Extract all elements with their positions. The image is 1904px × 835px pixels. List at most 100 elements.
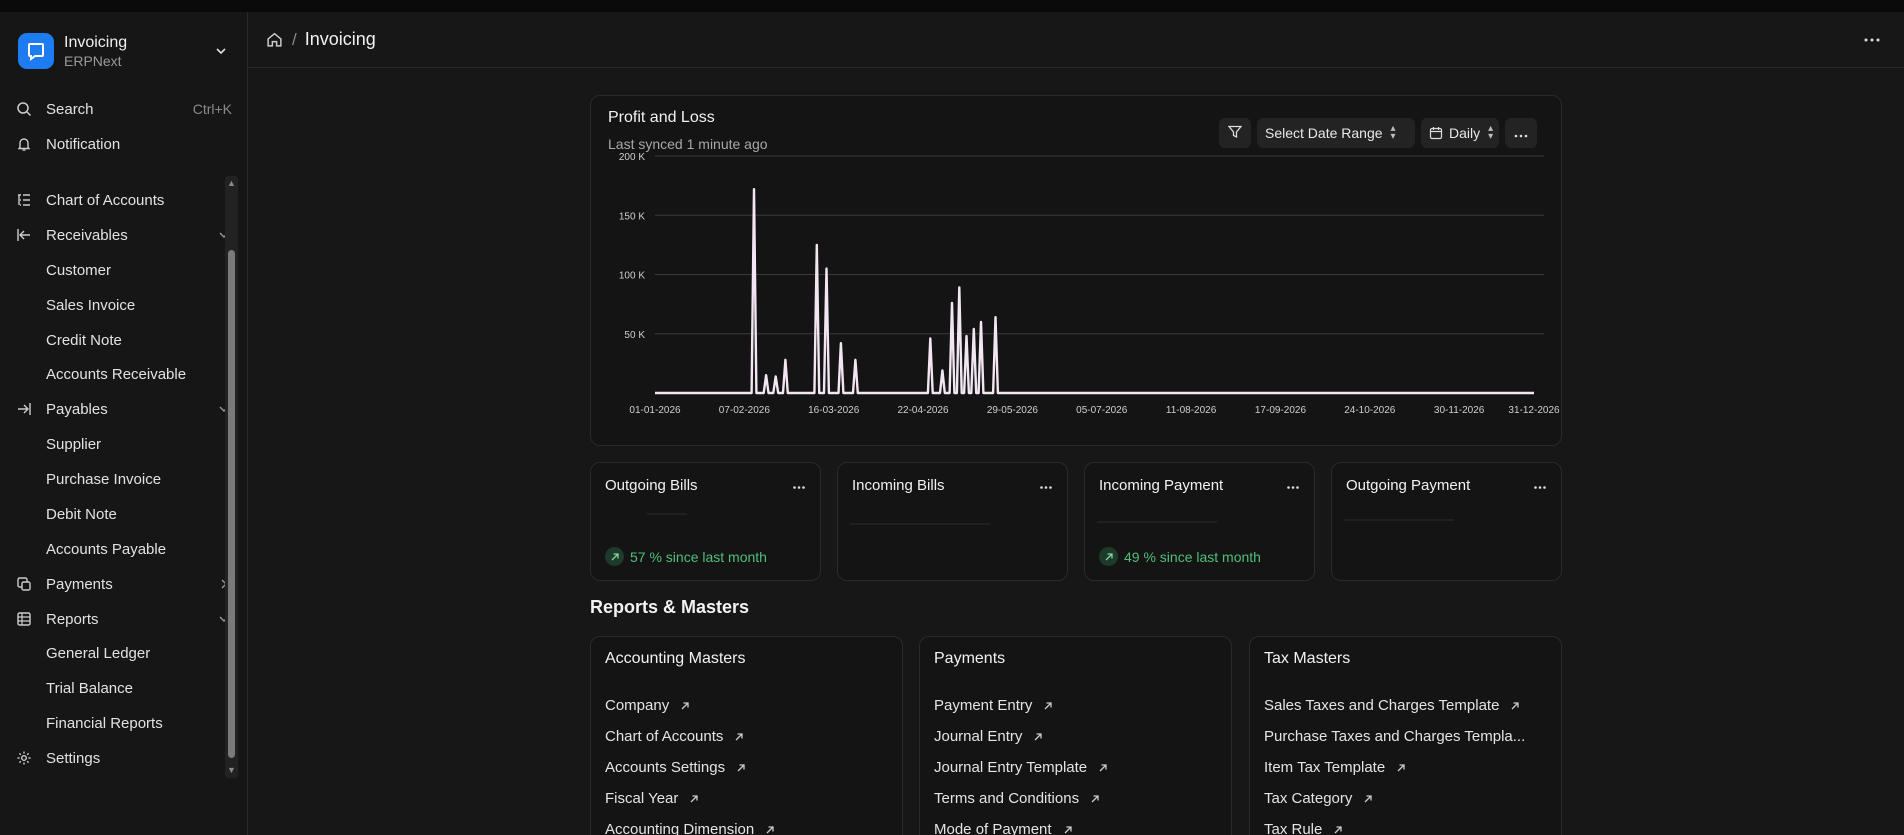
report-link[interactable]: Terms and Conditions: [934, 790, 1101, 807]
app-switcher[interactable]: Invoicing ERPNext: [18, 30, 230, 72]
x-tick-label: 01-01-2026: [629, 405, 681, 416]
y-tick-label: 50 K: [624, 330, 645, 341]
sidebar-item-sales-invoice[interactable]: Sales Invoice: [46, 290, 216, 320]
x-tick-label: 11-08-2026: [1166, 405, 1217, 416]
app-subtitle: ERPNext: [64, 52, 122, 69]
report-link[interactable]: Payment Entry: [934, 697, 1054, 714]
x-tick-label: 29-05-2026: [987, 405, 1039, 416]
more-options-icon[interactable]: [790, 479, 808, 495]
report-link[interactable]: Tax Category: [1264, 790, 1374, 807]
series-line: [655, 188, 1534, 395]
sidebar-item-purchase-invoice[interactable]: Purchase Invoice: [46, 464, 216, 494]
profit-loss-chart: 50 K 100 K 150 K 200 K 01-01-2026 07-02-2026 1…: [619, 152, 1560, 416]
report-link[interactable]: Company: [605, 697, 691, 714]
profit-loss-card: Profit and Loss Last synced 1 minute ago…: [590, 95, 1562, 446]
sidebar-item-reports[interactable]: Reports: [14, 604, 232, 634]
x-tick-label: 24-10-2026: [1344, 405, 1396, 416]
sidebar-search[interactable]: Search Ctrl+K: [14, 94, 232, 124]
arrow-up-right-icon: [1332, 824, 1344, 835]
report-link[interactable]: Sales Taxes and Charges Template: [1264, 697, 1521, 714]
sidebar-item-supplier[interactable]: Supplier: [46, 429, 216, 459]
stat-value-placeholder: [850, 523, 990, 525]
x-tick-label: 17-09-2026: [1255, 405, 1307, 416]
x-tick-label: 16-03-2026: [808, 405, 860, 416]
sidebar-item-accounts-receivable[interactable]: Accounts Receivable: [46, 359, 216, 389]
reports-card-title: Payments: [934, 650, 1006, 667]
more-options-icon[interactable]: [1037, 479, 1055, 495]
trend-up-icon: [1099, 547, 1118, 566]
stat-card-outgoing-payment: Outgoing Payment: [1331, 462, 1562, 581]
stat-trend-text: 49 % since last month: [1124, 548, 1261, 565]
stat-title: Incoming Payment: [1099, 477, 1224, 494]
x-tick-label: 07-02-2026: [719, 405, 771, 416]
sidebar-item-customer[interactable]: Customer: [46, 255, 216, 285]
more-options-icon[interactable]: [1284, 479, 1302, 495]
report-link[interactable]: Chart of Accounts: [605, 728, 745, 745]
arrow-up-right-icon: [1032, 731, 1044, 743]
report-link[interactable]: Mode of Payment: [934, 821, 1074, 835]
sidebar-scrollbar-thumb[interactable]: [228, 250, 235, 758]
x-tick-label: 22-04-2026: [897, 405, 949, 416]
arrow-right-bar-icon: [14, 399, 34, 419]
arrow-up-right-icon: [733, 731, 745, 743]
payments-icon: [14, 574, 34, 594]
trend-up-icon: [605, 547, 624, 566]
arrow-up-right-icon: [735, 762, 747, 774]
sidebar-item-trial-balance[interactable]: Trial Balance: [46, 673, 216, 703]
breadcrumb-current[interactable]: Invoicing: [305, 29, 376, 50]
report-link[interactable]: Fiscal Year: [605, 790, 700, 807]
report-link[interactable]: Item Tax Template: [1264, 759, 1407, 776]
x-tick-label: 30-11-2026: [1434, 405, 1485, 416]
page-header: / Invoicing: [248, 12, 1904, 68]
stat-value-placeholder: [1097, 521, 1217, 523]
sidebar-item-payments[interactable]: Payments: [14, 569, 232, 599]
arrow-up-right-icon: [1089, 793, 1101, 805]
sidebar-item-debit-note[interactable]: Debit Note: [46, 499, 216, 529]
app-logo-icon: [18, 33, 54, 69]
sidebar-item-settings[interactable]: Settings: [14, 743, 232, 773]
report-link[interactable]: Accounting Dimension: [605, 821, 776, 835]
table-icon: [14, 609, 34, 629]
more-options-icon[interactable]: [1531, 479, 1549, 495]
scroll-down-icon[interactable]: ▼: [226, 765, 237, 776]
reports-card-accounting-masters: Accounting Masters Company Chart of Acco…: [590, 636, 903, 835]
stat-trend-text: 57 % since last month: [630, 548, 767, 565]
stat-trend: 49 % since last month: [1099, 547, 1261, 566]
home-icon[interactable]: [264, 30, 284, 50]
stat-title: Outgoing Payment: [1346, 477, 1471, 494]
stat-card-incoming-payment: Incoming Payment 49 % since last month: [1084, 462, 1315, 581]
report-link[interactable]: Accounts Settings: [605, 759, 747, 776]
sidebar-notification[interactable]: Notification: [14, 129, 232, 159]
arrow-up-right-icon: [1097, 762, 1109, 774]
x-tick-label: 05-07-2026: [1076, 405, 1128, 416]
y-tick-label: 150 K: [619, 211, 645, 222]
search-icon: [14, 99, 34, 119]
arrow-up-right-icon: [1509, 700, 1521, 712]
report-link[interactable]: Purchase Taxes and Charges Templa...: [1264, 728, 1525, 745]
sidebar-item-accounts-payable[interactable]: Accounts Payable: [46, 534, 216, 564]
search-shortcut: Ctrl+K: [192, 101, 232, 117]
sidebar-item-receivables[interactable]: Receivables: [14, 220, 232, 250]
more-options-icon[interactable]: [1862, 30, 1882, 50]
sidebar-item-credit-note[interactable]: Credit Note: [46, 325, 216, 355]
scroll-up-icon[interactable]: ▲: [226, 178, 237, 189]
arrow-up-right-icon: [1395, 762, 1407, 774]
arrow-up-right-icon: [688, 793, 700, 805]
report-link[interactable]: Journal Entry: [934, 728, 1044, 745]
notification-label: Notification: [46, 135, 121, 153]
stat-value-placeholder: [647, 513, 687, 515]
sidebar-item-payables[interactable]: Payables: [14, 394, 232, 424]
x-tick-label: 31-12-2026: [1508, 405, 1560, 416]
sidebar-item-general-ledger[interactable]: General Ledger: [46, 638, 216, 668]
stat-value-placeholder: [1344, 519, 1454, 521]
report-link[interactable]: Journal Entry Template: [934, 759, 1109, 776]
arrow-left-bar-icon: [14, 225, 34, 245]
stat-card-outgoing-bills: Outgoing Bills 57 % since last month: [590, 462, 821, 581]
report-link[interactable]: Tax Rule: [1264, 821, 1344, 835]
stat-title: Outgoing Bills: [605, 477, 698, 494]
tree-icon: [14, 190, 34, 210]
gear-icon: [14, 748, 34, 768]
sidebar-item-chart-of-accounts[interactable]: Chart of Accounts: [14, 185, 232, 215]
reports-card-tax-masters: Tax Masters Sales Taxes and Charges Temp…: [1249, 636, 1562, 835]
sidebar-item-financial-reports[interactable]: Financial Reports: [46, 708, 216, 738]
